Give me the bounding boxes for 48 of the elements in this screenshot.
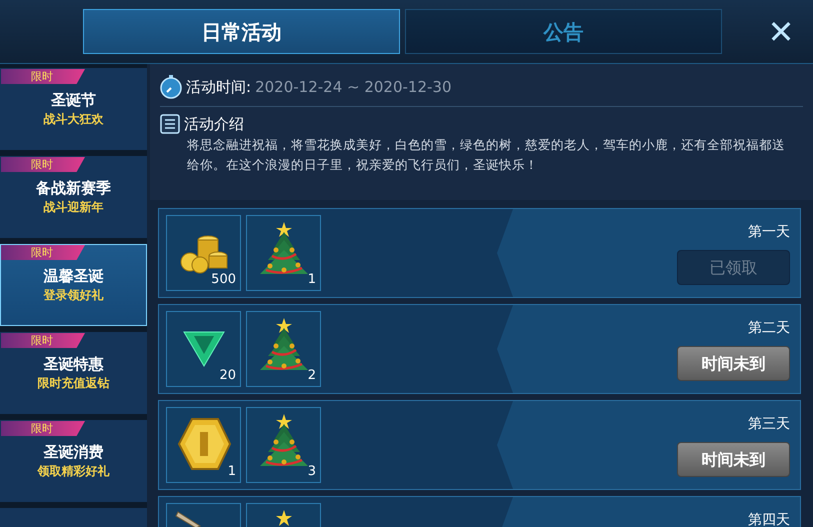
event-subtitle: 领取精彩好礼 [36,463,110,480]
sidebar-item[interactable]: 限时 圣诞消费 领取精彩好礼 [0,420,147,502]
day-label: 第一天 [748,223,790,241]
day-label: 第二天 [748,319,790,337]
item-count: 20 [219,366,236,384]
day-label: 第三天 [748,415,790,433]
event-subtitle: 战斗迎新年 [42,199,104,216]
time-not-reached-button[interactable]: 时间未到 [677,442,790,477]
event-subtitle: 登录领好礼 [42,287,104,304]
item-count: 1 [228,462,236,480]
star-icon [274,510,292,526]
sidebar-item[interactable]: 限时 圣诞节 战斗大狂欢 [0,68,147,150]
reward-item[interactable]: 1 [246,215,321,291]
event-title: 备战新赛季 [34,178,112,198]
reward-item[interactable]: 500 [166,215,241,291]
sidebar-item[interactable]: 限时 备战新赛季 战斗迎新年 [0,156,147,238]
reward-item[interactable]: 3 [246,407,321,483]
item-count: 3 [308,462,316,480]
intro-title: 活动介绍 [184,114,244,135]
time-value: 2020-12-24 ~ 2020-12-30 [255,76,452,98]
reward-item[interactable]: 1 [166,407,241,483]
tab[interactable]: 日常活动 [83,9,400,54]
day-label: 第四天 [748,511,790,527]
intro-text: 将思念融进祝福，将雪花换成美好，白色的雪，绿色的树，慈爱的老人，驾车的小鹿，还有全部祝福都送给你。在这个浪漫的日子里，祝亲爱的飞行员们，圣诞快乐！ [186,136,786,174]
event-title: 圣诞特惠 [42,354,104,374]
item-count: 2 [308,366,316,384]
time-not-reached-button[interactable]: 时间未到 [677,346,790,381]
limited-badge: 限时 [1,245,85,260]
event-title: 圣诞节 [50,90,97,110]
sidebar-item[interactable]: 限时 圣诞特惠 限时充值返钻 [0,332,147,414]
reward-item[interactable]: 2 [246,311,321,387]
item-count: 500 [211,270,236,288]
event-subtitle: 战斗大狂欢 [42,111,104,128]
time-label: 活动时间: [186,76,252,98]
event-subtitle: 限时充值返钻 [36,375,110,392]
list-icon [160,114,180,134]
tab[interactable]: 公告 [405,9,722,54]
limited-badge: 限时 [1,157,85,172]
reward-item[interactable]: 20 [166,311,241,387]
item-count: 1 [308,270,316,288]
close-button[interactable]: ✕ [761,12,801,52]
limited-badge: 限时 [1,333,85,348]
event-title: 圣诞消费 [42,442,104,462]
limited-badge: 限时 [1,69,85,84]
event-title: 温馨圣诞 [42,266,104,286]
sidebar-item[interactable]: 限时 温馨圣诞 登录领好礼 [0,244,147,326]
stopwatch-icon [160,75,182,99]
limited-badge: 限时 [1,421,85,436]
